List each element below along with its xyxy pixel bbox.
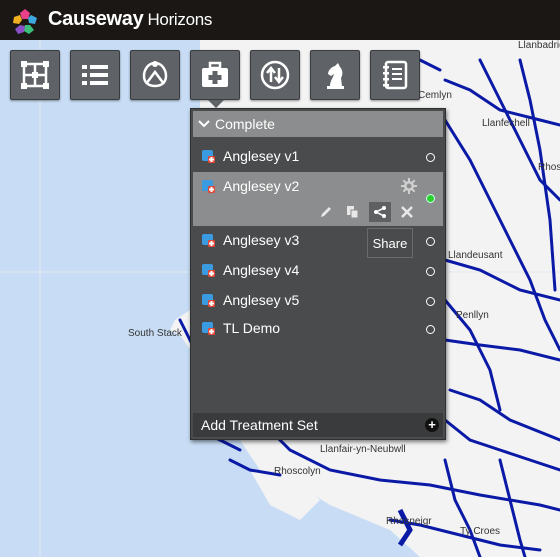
treatment-set-icon: [202, 264, 215, 277]
treatment-set-label: Anglesey v4: [223, 262, 300, 278]
treatment-set-row-selected[interactable]: Anglesey v2: [193, 172, 443, 226]
treatment-set-icon: [202, 150, 215, 163]
treatment-set-row[interactable]: Anglesey v4: [193, 256, 443, 284]
app-header: Causeway Horizons: [0, 0, 560, 40]
strategy-button[interactable]: [310, 50, 360, 100]
causeway-logo-icon: [13, 9, 37, 34]
add-treatment-set-button[interactable]: Add Treatment Set +: [193, 413, 443, 437]
treatment-set-row[interactable]: Anglesey v5: [193, 286, 443, 314]
chess-knight-icon: [327, 63, 344, 89]
notebook-icon: [383, 60, 408, 90]
up-down-arrows-icon: [260, 60, 290, 90]
map-label-rhoscolyn: Rhoscolyn: [274, 466, 321, 477]
group-header-complete[interactable]: Complete: [193, 111, 443, 137]
map-label-llanfechell: Llanfechell: [482, 118, 530, 129]
treatment-set-icon: [202, 234, 215, 247]
treatment-set-label: TL Demo: [223, 320, 281, 336]
treatment-set-icon: [202, 322, 215, 335]
segments-button[interactable]: [130, 50, 180, 100]
treatment-set-icon: [202, 294, 215, 307]
chevron-down-icon: [193, 120, 215, 128]
treatment-set-row[interactable]: Anglesey v1: [193, 142, 443, 170]
budget-button[interactable]: [250, 50, 300, 100]
reports-button[interactable]: [370, 50, 420, 100]
map-label-llandeusant: Llandeusant: [448, 250, 503, 261]
copy-icon: [347, 206, 359, 219]
close-icon: [401, 206, 413, 218]
map-label-llanfair: Llanfair-yn-Neubwll: [320, 444, 406, 455]
map-label-south-stack: South Stack: [128, 328, 182, 339]
edit-button[interactable]: [315, 202, 337, 222]
group-label: Complete: [215, 116, 275, 132]
select-radio[interactable]: [426, 297, 435, 306]
map-label-cemlyn: Cemlyn: [418, 90, 452, 101]
treatment-set-icon: [202, 180, 215, 193]
list-icon: [82, 65, 108, 85]
treatment-set-label: Anglesey v5: [223, 292, 300, 308]
pencil-icon: [321, 207, 331, 217]
list-button[interactable]: [70, 50, 120, 100]
map-label-penllyn: Penllyn: [456, 310, 489, 321]
select-radio-selected[interactable]: [426, 194, 435, 203]
treatment-set-label: Anglesey v2: [223, 178, 300, 194]
product-name: Horizons: [147, 10, 213, 29]
network-grid-icon: [21, 61, 49, 89]
map-label-ty-croes: Ty Croes: [460, 526, 501, 537]
treatments-button[interactable]: [190, 50, 240, 108]
treatment-set-row[interactable]: TL Demo: [193, 314, 443, 342]
brand-name: Causeway: [48, 8, 144, 30]
delete-button[interactable]: [396, 202, 418, 222]
road-segment-icon: [142, 61, 168, 88]
map-label-rhosneigr: Rhosneigr: [386, 516, 432, 527]
select-radio[interactable]: [426, 237, 435, 246]
treatment-set-panel: Complete Anglesey v1 Anglesey v2 Anglese…: [190, 108, 446, 440]
network-button[interactable]: [10, 50, 60, 100]
brand-title: Causeway Horizons: [48, 8, 212, 31]
select-radio[interactable]: [426, 267, 435, 276]
map-label-rhosgoch: Rhosgoch: [538, 162, 560, 173]
plus-icon: +: [425, 418, 439, 432]
copy-button[interactable]: [342, 202, 364, 222]
share-tooltip: Share: [367, 228, 413, 258]
map-label-llanbadrig: Llanbadrig: [518, 40, 560, 51]
share-icon: [374, 206, 386, 218]
share-button[interactable]: [369, 202, 391, 222]
treatment-set-label: Anglesey v1: [223, 148, 300, 164]
add-treatment-set-label: Add Treatment Set: [201, 417, 318, 433]
select-radio[interactable]: [426, 153, 435, 162]
treatment-set-label: Anglesey v3: [223, 232, 300, 248]
select-radio[interactable]: [426, 325, 435, 334]
gear-icon[interactable]: [401, 178, 417, 194]
row-actions: [315, 202, 423, 222]
medical-kit-icon: [202, 61, 228, 87]
